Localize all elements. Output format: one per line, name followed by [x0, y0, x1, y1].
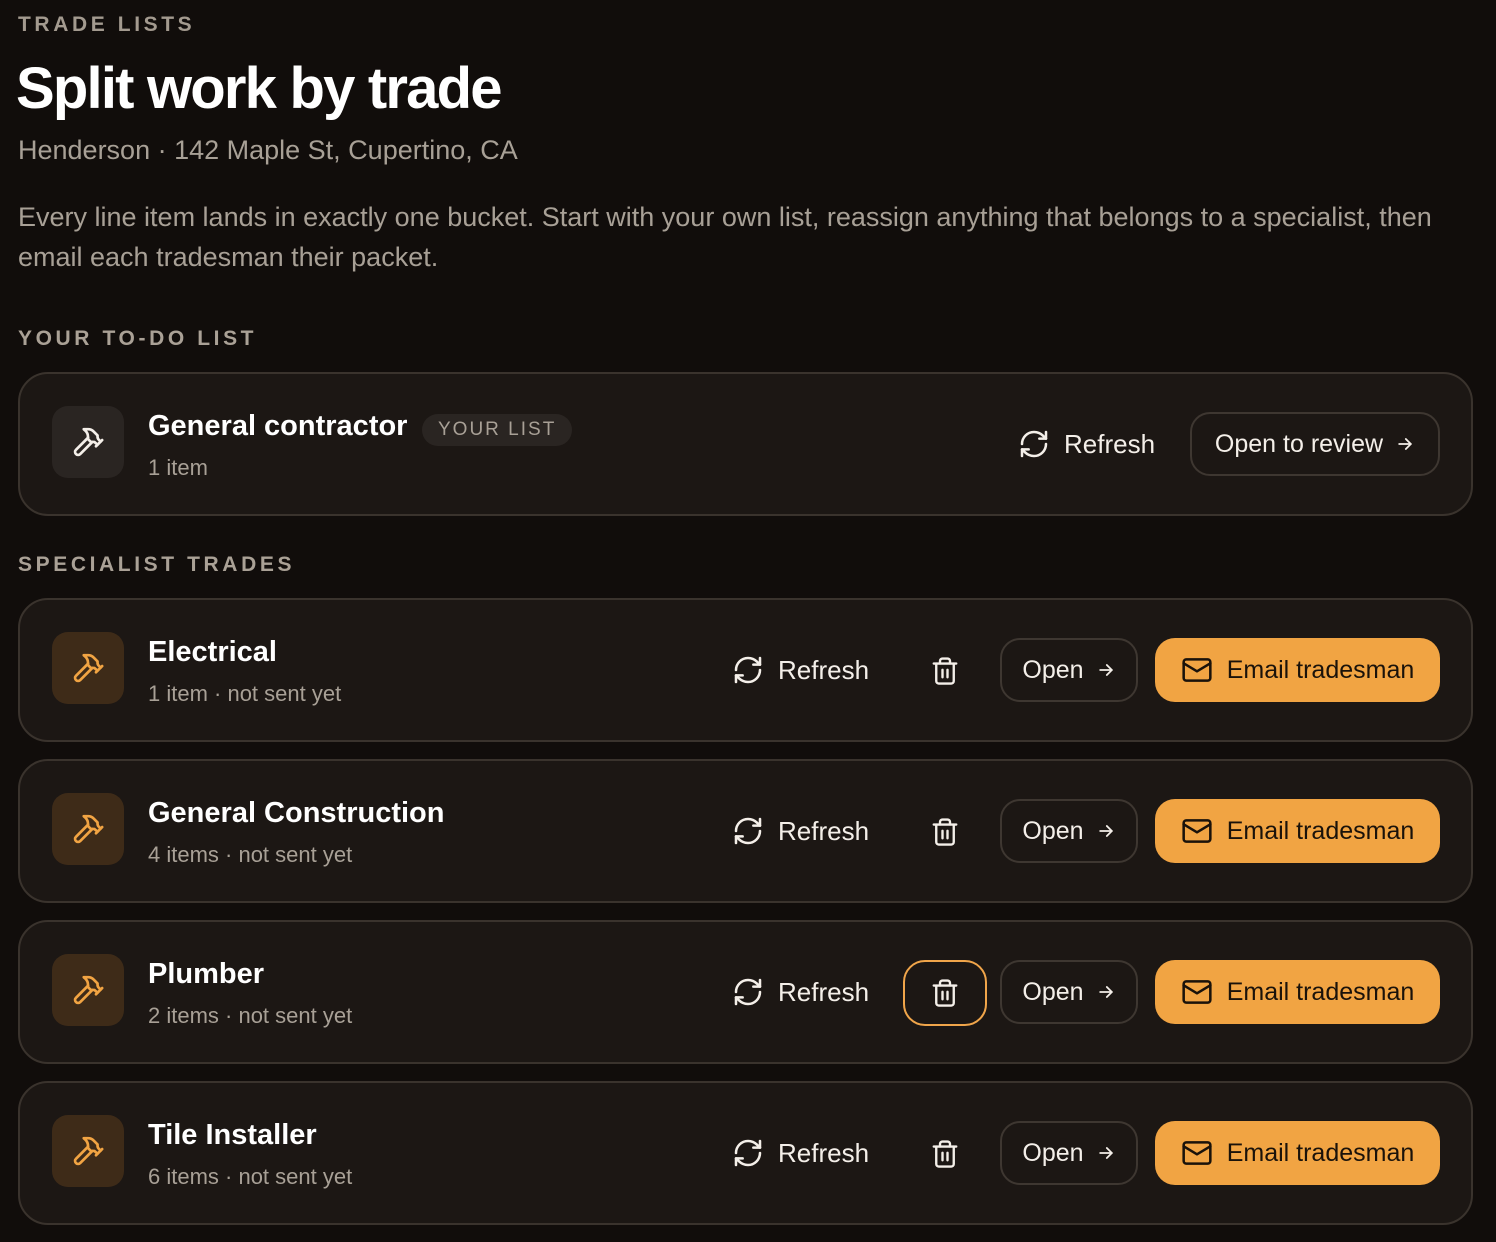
open-button[interactable]: Open	[1000, 638, 1138, 702]
general-contractor-card: General contractor YOUR LIST 1 item Refr…	[18, 372, 1473, 516]
mail-icon	[1181, 976, 1213, 1008]
open-label: Open	[1022, 1138, 1084, 1167]
page-eyebrow: TRADE LISTS	[18, 13, 196, 36]
open-button[interactable]: Open	[1000, 1121, 1138, 1185]
trade-card: Electrical 1 item · not sent yet Refresh Op…	[18, 598, 1473, 742]
refresh-button[interactable]: Refresh	[732, 638, 869, 702]
email-tradesman-label: Email tradesman	[1226, 816, 1415, 845]
refresh-label: Refresh	[778, 976, 870, 1007]
refresh-icon	[732, 1137, 764, 1169]
email-tradesman-button[interactable]: Email tradesman	[1155, 638, 1440, 702]
refresh-label: Refresh	[778, 654, 870, 685]
arrow-right-icon	[1395, 434, 1415, 454]
hammer-icon	[52, 793, 124, 865]
open-to-review-label: Open to review	[1214, 429, 1384, 458]
refresh-icon	[1018, 428, 1050, 460]
refresh-button[interactable]: Refresh	[732, 799, 869, 863]
refresh-icon	[732, 654, 764, 686]
mail-icon	[1181, 1137, 1213, 1169]
item-count: 1 item	[148, 455, 208, 480]
page-title: Split work by trade	[16, 56, 502, 121]
delete-trade-button[interactable]	[903, 799, 987, 865]
refresh-label: Refresh	[778, 815, 870, 846]
trash-icon	[930, 977, 960, 1009]
refresh-button[interactable]: Refresh	[732, 1121, 869, 1185]
hammer-icon	[52, 406, 124, 478]
mail-icon	[1181, 654, 1213, 686]
hammer-icon	[52, 954, 124, 1026]
trade-name: General Construction	[148, 797, 445, 829]
email-tradesman-label: Email tradesman	[1226, 1138, 1415, 1167]
arrow-right-icon	[1096, 660, 1116, 680]
hammer-icon	[52, 632, 124, 704]
refresh-button[interactable]: Refresh	[1018, 412, 1155, 476]
open-button[interactable]: Open	[1000, 960, 1138, 1024]
trash-icon	[930, 1138, 960, 1170]
refresh-icon	[732, 815, 764, 847]
project-address: Henderson · 142 Maple St, Cupertino, CA	[18, 135, 518, 165]
open-label: Open	[1022, 977, 1084, 1006]
email-tradesman-button[interactable]: Email tradesman	[1155, 1121, 1440, 1185]
arrow-right-icon	[1096, 821, 1116, 841]
trade-status: 2 items · not sent yet	[148, 1003, 353, 1028]
your-list-badge: YOUR LIST	[422, 414, 573, 446]
refresh-icon	[732, 976, 764, 1008]
arrow-right-icon	[1096, 982, 1116, 1002]
trade-status: 4 items · not sent yet	[148, 842, 353, 867]
trade-card: General Construction 4 items · not sent y…	[18, 759, 1473, 903]
open-label: Open	[1022, 655, 1084, 684]
refresh-label: Refresh	[778, 1137, 870, 1168]
hammer-icon	[52, 1115, 124, 1187]
arrow-right-icon	[1096, 1143, 1116, 1163]
trash-icon	[930, 816, 960, 848]
trade-card: Tile Installer 6 items · not sent yet Refr…	[18, 1081, 1473, 1225]
trade-status: 6 items · not sent yet	[148, 1164, 353, 1189]
trade-name: Plumber	[148, 958, 265, 990]
open-label: Open	[1022, 816, 1084, 845]
mail-icon	[1181, 815, 1213, 847]
trade-name: Electrical	[148, 636, 277, 668]
open-button[interactable]: Open	[1000, 799, 1138, 863]
trash-icon	[930, 655, 960, 687]
section-label-specialists: SPECIALIST TRADES	[18, 553, 296, 576]
refresh-label: Refresh	[1064, 428, 1156, 459]
trade-status: 1 item · not sent yet	[148, 681, 342, 706]
delete-trade-button[interactable]	[903, 960, 987, 1026]
email-tradesman-button[interactable]: Email tradesman	[1155, 960, 1440, 1024]
delete-trade-button[interactable]	[903, 638, 987, 704]
delete-trade-button[interactable]	[903, 1121, 987, 1187]
open-to-review-button[interactable]: Open to review	[1190, 412, 1440, 476]
email-tradesman-label: Email tradesman	[1226, 655, 1415, 684]
trade-name: Tile Installer	[148, 1119, 317, 1151]
trade-card: Plumber 2 items · not sent yet Refresh Open…	[18, 920, 1473, 1064]
page-description: Every line item lands in exactly one buc…	[18, 202, 1432, 272]
email-tradesman-label: Email tradesman	[1226, 977, 1415, 1006]
refresh-button[interactable]: Refresh	[732, 960, 869, 1024]
email-tradesman-button[interactable]: Email tradesman	[1155, 799, 1440, 863]
trade-name: General contractor	[148, 410, 408, 442]
section-label-todo: YOUR TO-DO LIST	[18, 327, 258, 350]
